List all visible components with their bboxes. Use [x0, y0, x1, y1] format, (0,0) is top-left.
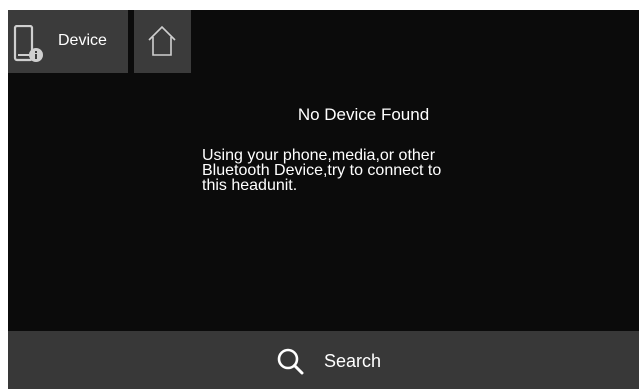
- phone-info-icon: [13, 25, 43, 62]
- bluetooth-screen: Device No Device Found Using your phone,…: [8, 10, 639, 389]
- device-tab-label: Device: [58, 32, 107, 49]
- home-button[interactable]: [134, 10, 191, 73]
- status-message: Using your phone,media,or other Bluetoot…: [202, 147, 532, 194]
- home-icon: [148, 25, 176, 56]
- search-button[interactable]: Search: [8, 331, 639, 389]
- page-title: No Device Found: [297, 105, 430, 124]
- search-icon: [277, 348, 304, 375]
- message-text: Using your phone,media,or other Bluetoot…: [202, 147, 442, 194]
- device-tab[interactable]: Device: [8, 10, 128, 73]
- search-button-label: Search: [324, 351, 382, 371]
